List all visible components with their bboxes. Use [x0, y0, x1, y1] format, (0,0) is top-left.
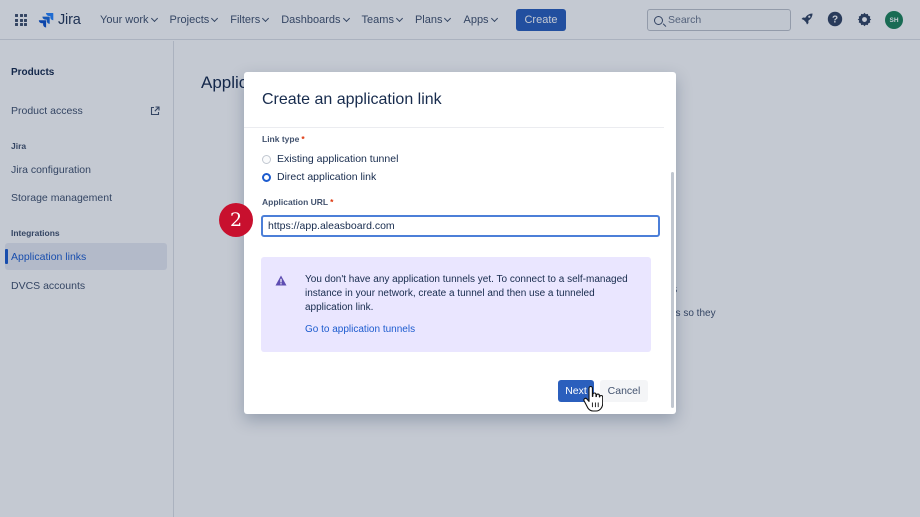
- hand-pointer-cursor-icon: [583, 386, 603, 412]
- warning-icon: [275, 275, 287, 286]
- dialog-divider: [244, 127, 664, 128]
- radio-unchecked-icon[interactable]: [262, 154, 271, 164]
- label-text: Application URL: [262, 197, 329, 207]
- application-url-label: Application URL *: [262, 197, 333, 207]
- radio-label: Direct application link: [277, 171, 377, 183]
- radio-checked-icon[interactable]: [262, 172, 271, 182]
- cancel-button[interactable]: Cancel: [600, 380, 648, 402]
- radio-direct-link[interactable]: Direct application link: [262, 171, 376, 183]
- required-mark: *: [301, 134, 305, 144]
- radio-existing-tunnel[interactable]: Existing application tunnel: [262, 153, 398, 165]
- radio-label: Existing application tunnel: [277, 153, 399, 165]
- dialog-scrollbar[interactable]: [671, 172, 674, 408]
- required-mark: *: [330, 197, 334, 207]
- application-url-field[interactable]: https://app.aleasboard.com: [261, 215, 660, 237]
- label-text: Link type: [262, 134, 300, 144]
- info-notice: You don't have any application tunnels y…: [261, 257, 651, 352]
- notice-message: You don't have any application tunnels y…: [305, 274, 628, 313]
- step-number-badge: 2: [219, 203, 253, 237]
- create-application-link-dialog: Create an application link Link type * Ex…: [244, 72, 676, 414]
- link-type-label: Link type *: [262, 134, 305, 144]
- go-to-application-tunnels-link[interactable]: Go to application tunnels: [305, 324, 415, 335]
- dialog-title: Create an application link: [262, 91, 442, 108]
